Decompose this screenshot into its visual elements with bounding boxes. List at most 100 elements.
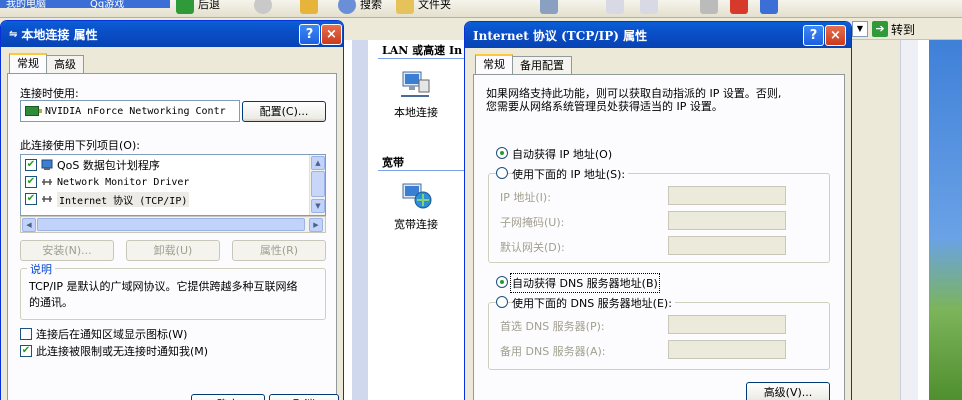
description-group: 说明 TCP/IP 是默认的广域网协议。它提供跨越多种互联网络 的通讯。 (20, 261, 326, 320)
up-folder-icon[interactable] (300, 0, 318, 14)
manual-dns-group (488, 302, 830, 370)
search-icon[interactable] (338, 0, 356, 14)
ok-button[interactable]: 确定 (191, 394, 265, 400)
preferred-dns-label: 首选 DNS 服务器(P): (500, 320, 605, 333)
back-icon[interactable] (176, 0, 194, 14)
tab-general[interactable]: 常规 (9, 53, 47, 73)
scroll-up-icon[interactable]: ▲ (311, 156, 325, 170)
list-item-network-monitor[interactable]: ✔ Network Monitor Driver (25, 174, 189, 190)
close-button[interactable]: × (321, 24, 342, 45)
install-button[interactable]: 安装(N)... (20, 240, 114, 261)
desktop-background (929, 40, 962, 400)
broadband-connection-item[interactable]: 宽带连接 (386, 180, 446, 232)
address-dropdown-icon[interactable]: ▼ (852, 21, 868, 37)
go-label: 转到 (891, 22, 916, 37)
cut-icon[interactable] (540, 0, 558, 14)
notify-option[interactable]: ✔ 此连接被限制或无连接时通知我(M) (20, 343, 208, 359)
notify-label: 此连接被限制或无连接时通知我(M) (36, 345, 209, 358)
go-arrow-icon: ➔ (872, 21, 888, 37)
tcpip-titlebar[interactable]: Internet 协议 (TCP/IP) 属性 ? × (465, 22, 851, 48)
scroll-thumb[interactable] (311, 171, 325, 197)
auto-dns-radio[interactable] (496, 276, 508, 288)
tab-general[interactable]: 常规 (475, 54, 513, 74)
configure-button[interactable]: 配置(C)... (242, 101, 326, 122)
list-horizontal-scrollbar[interactable]: ◀ ▶ (20, 216, 326, 233)
ip-address-label: IP 地址(I): (500, 191, 551, 204)
tab-alternate-config[interactable]: 备用配置 (512, 56, 572, 74)
description-line-2: 的通讯。 (29, 296, 73, 309)
explorer-toolbar: 我的电脑 Qq游戏 后退 搜索 文件夹 (0, 0, 962, 18)
cancel-button[interactable]: 取消 (269, 394, 339, 400)
show-icon-checkbox[interactable] (20, 328, 32, 340)
back-label[interactable]: 后退 (198, 0, 220, 12)
notify-checkbox[interactable]: ✔ (20, 345, 32, 357)
lan-header-rule (378, 58, 468, 59)
device-field: NVIDIA nForce Networking Contr (20, 100, 240, 122)
ip-address-field[interactable] (668, 186, 786, 205)
explorer-task-strip (352, 40, 368, 400)
explorer-scrollbar[interactable] (900, 40, 918, 400)
local-connection-properties-dialog: ⇋ 本地连接 属性 ? × 常规 高级 连接时使用: NVIDIA nForce… (0, 20, 344, 400)
list-item-label: QoS 数据包计划程序 (57, 159, 160, 172)
manual-dns-label[interactable]: 使用下面的 DNS 服务器地址(E): (512, 295, 675, 311)
show-icon-option[interactable]: 连接后在通知区域显示图标(W) (20, 326, 187, 342)
delete-icon[interactable] (730, 0, 748, 14)
description-title: 说明 (27, 261, 55, 277)
search-label[interactable]: 搜索 (360, 0, 382, 12)
items-label: 此连接使用下列项目(O): (20, 139, 140, 152)
show-icon-label: 连接后在通知区域显示图标(W) (36, 328, 188, 341)
broadband-header-rule (378, 170, 468, 171)
network-icon: ⇋ (9, 28, 18, 40)
auto-dns-label[interactable]: 自动获得 DNS 服务器地址(B) (510, 273, 660, 293)
manual-ip-label[interactable]: 使用下面的 IP 地址(S): (512, 166, 629, 182)
dialog-titlebar[interactable]: ⇋ 本地连接 属性 ? × (1, 21, 343, 47)
folders-icon[interactable] (396, 0, 414, 14)
network-protocol-icon (41, 176, 53, 188)
undo-icon[interactable] (700, 0, 718, 14)
network-protocol-icon (41, 193, 53, 205)
subnet-mask-label: 子网掩码(U): (500, 216, 565, 229)
window-edge (918, 40, 929, 400)
uninstall-button[interactable]: 卸载(U) (126, 240, 220, 261)
horizontal-scroll-thumb[interactable] (37, 218, 305, 231)
intro-line-2: 您需要从网络系统管理员处获得适当的 IP 设置。 (486, 100, 723, 113)
network-monitor-checkbox[interactable]: ✔ (25, 176, 37, 188)
dialog-title: 本地连接 属性 (21, 27, 98, 42)
qos-icon (41, 159, 53, 171)
auto-ip-radio[interactable] (496, 147, 508, 159)
scroll-right-icon[interactable]: ▶ (309, 218, 323, 232)
list-vertical-scrollbar[interactable]: ▲ ▼ (309, 155, 325, 215)
qos-checkbox[interactable]: ✔ (25, 159, 37, 171)
address-bar-go: ▼ ➔ 转到 (850, 18, 962, 40)
taskbar-tab-my-computer[interactable]: 我的电脑 (6, 0, 46, 10)
tab-advanced[interactable]: 高级 (46, 55, 84, 73)
help-button[interactable]: ? (803, 25, 824, 46)
components-list: ✔ QoS 数据包计划程序 ✔ Network Monitor Driver ✔… (20, 154, 326, 216)
auto-ip-label[interactable]: 自动获得 IP 地址(O) (512, 146, 612, 162)
default-gateway-field[interactable] (668, 236, 786, 255)
subnet-mask-field[interactable] (668, 211, 786, 230)
list-item-tcpip[interactable]: ✔ Internet 协议 (TCP/IP) (25, 191, 190, 207)
local-connection-item[interactable]: 本地连接 (386, 68, 446, 120)
properties-button[interactable]: 属性(R) (232, 240, 326, 261)
paste-icon[interactable] (640, 0, 658, 14)
close-button[interactable]: × (825, 25, 846, 46)
views-icon[interactable] (760, 0, 778, 14)
manual-dns-radio[interactable] (496, 296, 508, 308)
forward-icon[interactable] (254, 0, 272, 14)
tcpip-checkbox[interactable]: ✔ (25, 193, 37, 205)
help-button[interactable]: ? (299, 24, 320, 45)
manual-ip-radio[interactable] (496, 167, 508, 179)
default-gateway-label: 默认网关(D): (500, 241, 565, 254)
list-item-qos[interactable]: ✔ QoS 数据包计划程序 (25, 157, 160, 173)
go-button[interactable]: ➔ 转到 (872, 20, 915, 38)
preferred-dns-field[interactable] (668, 315, 786, 334)
taskbar-tab-qq-games[interactable]: Qq游戏 (90, 0, 124, 10)
copy-icon[interactable] (606, 0, 624, 14)
alternate-dns-field[interactable] (668, 340, 786, 359)
advanced-button[interactable]: 高级(V)... (746, 382, 830, 400)
description-line-1: TCP/IP 是默认的广域网协议。它提供跨越多种互联网络 (29, 280, 298, 293)
folders-label[interactable]: 文件夹 (418, 0, 451, 12)
scroll-left-icon[interactable]: ◀ (22, 218, 36, 232)
scroll-down-icon[interactable]: ▼ (311, 199, 325, 213)
